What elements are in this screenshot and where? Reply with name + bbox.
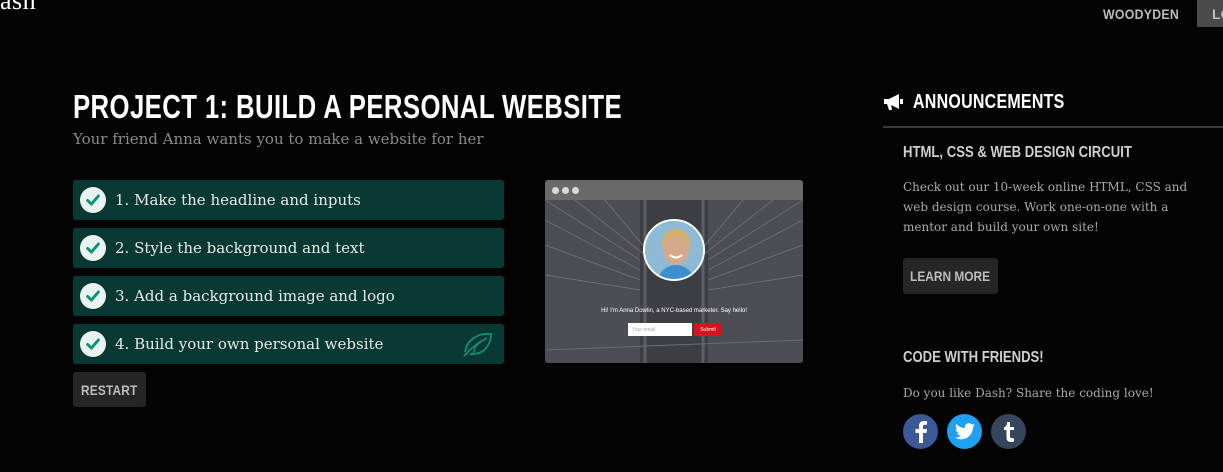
window-dot-icon: [552, 186, 559, 194]
divider: [883, 126, 1223, 128]
tumblr-icon[interactable]: [991, 414, 1026, 449]
window-dot-icon: [572, 186, 579, 194]
check-circle-icon: [80, 283, 106, 309]
announcements-header: ANNOUNCEMENTS: [883, 88, 1102, 116]
leaf-badge-icon: [463, 333, 492, 357]
username-link[interactable]: WOODYDEN: [1103, 0, 1191, 27]
step-label: 1. Make the headline and inputs: [115, 191, 361, 209]
browser-bar: [545, 180, 803, 200]
friends-text: Do you like Dash? Share the coding love!: [903, 386, 1154, 400]
step-item[interactable]: 1. Make the headline and inputs: [73, 180, 504, 220]
check-circle-icon: [80, 331, 106, 357]
avatar: [643, 219, 705, 281]
facebook-icon[interactable]: [903, 414, 938, 449]
preview-form: Your email Submit: [628, 323, 722, 336]
logout-button[interactable]: LO: [1197, 0, 1223, 27]
step-item[interactable]: 3. Add a background image and logo: [73, 276, 504, 316]
project-subtitle: Your friend Anna wants you to make a web…: [73, 130, 484, 148]
step-label: 2. Style the background and text: [115, 239, 365, 257]
circuit-heading: HTML, CSS & WEB DESIGN CIRCUIT: [903, 144, 1132, 161]
step-item[interactable]: 4. Build your own personal website: [73, 324, 504, 364]
restart-button[interactable]: RESTART: [73, 372, 146, 407]
step-item[interactable]: 2. Style the background and text: [73, 228, 504, 268]
circuit-text: Check out our 10-week online HTML, CSS a…: [903, 180, 1188, 234]
preview-body: Hi! I'm Anna Dowlin, a NYC-based markete…: [545, 200, 803, 363]
project-preview: Hi! I'm Anna Dowlin, a NYC-based markete…: [545, 180, 803, 363]
window-dot-icon: [562, 186, 569, 194]
step-label: 4. Build your own personal website: [115, 335, 384, 353]
project-steps-list: 1. Make the headline and inputs 2. Style…: [73, 180, 504, 372]
check-circle-icon: [80, 235, 106, 261]
preview-email-input: Your email: [628, 323, 692, 336]
step-label: 3. Add a background image and logo: [115, 287, 395, 305]
announcements-title: ANNOUNCEMENTS: [913, 90, 1065, 113]
top-nav: WOODYDEN LO: [1097, 0, 1223, 27]
learn-more-button[interactable]: LEARN MORE: [903, 258, 998, 294]
project-title: PROJECT 1: BUILD A PERSONAL WEBSITE: [73, 88, 623, 125]
twitter-icon[interactable]: [947, 414, 982, 449]
check-circle-icon: [80, 187, 106, 213]
preview-submit-button: Submit: [694, 323, 722, 336]
megaphone-icon: [884, 94, 903, 110]
dash-logo[interactable]: ash: [0, 0, 36, 16]
preview-headline: Hi! I'm Anna Dowlin, a NYC-based markete…: [601, 308, 747, 314]
social-share: [903, 414, 1026, 449]
friends-heading: CODE WITH FRIENDS!: [903, 349, 1044, 366]
